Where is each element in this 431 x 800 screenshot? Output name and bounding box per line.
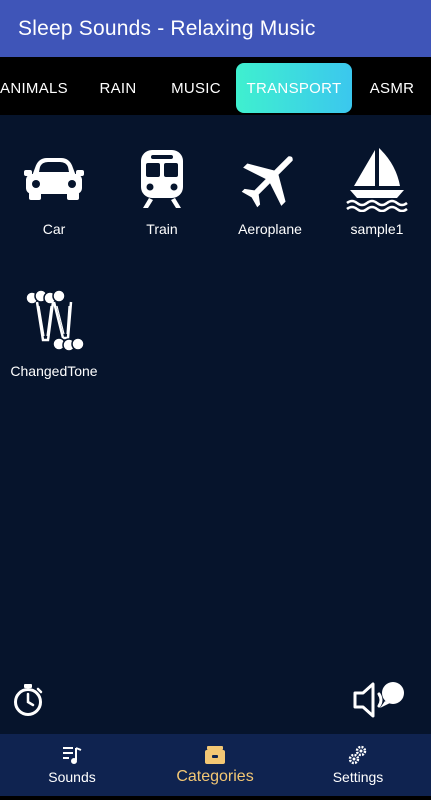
sound-item-car[interactable]: Car <box>4 146 104 238</box>
sound-label: Aeroplane <box>238 221 302 237</box>
tab-transport[interactable]: TRANSPORT <box>236 63 352 113</box>
app-bar: Sleep Sounds - Relaxing Music <box>0 0 431 57</box>
nav-label: Categories <box>176 768 254 785</box>
tab-music[interactable]: MUSIC <box>160 63 232 113</box>
sound-label: Car <box>42 221 66 237</box>
system-nav-strip <box>0 796 431 800</box>
sound-label: ChangedTone <box>10 363 98 379</box>
volume-icon[interactable] <box>352 680 406 720</box>
sound-item-sample1[interactable]: sample1 <box>327 146 427 238</box>
nav-label: Settings <box>332 769 384 785</box>
music-list-icon <box>63 747 82 764</box>
bottom-nav: Sounds Categories Settings <box>0 734 431 796</box>
sound-item-train[interactable]: Train <box>112 146 212 238</box>
nav-categories[interactable]: Categories <box>160 734 270 796</box>
tab-rain[interactable]: RAIN <box>88 63 148 113</box>
nav-sounds[interactable]: Sounds <box>17 734 127 796</box>
wind-chimes-icon <box>25 289 85 352</box>
sound-item-aeroplane[interactable]: Aeroplane <box>220 146 320 238</box>
car-icon <box>24 158 84 200</box>
sailboat-icon <box>346 148 408 212</box>
timer-icon[interactable] <box>12 683 44 717</box>
categories-icon <box>205 746 225 764</box>
sound-item-changedtone[interactable]: ChangedTone <box>4 288 104 380</box>
nav-settings[interactable]: Settings <box>303 734 413 796</box>
gears-icon <box>348 745 367 765</box>
app-title: Sleep Sounds - Relaxing Music <box>18 16 316 40</box>
tab-animals[interactable]: ANIMALS <box>0 63 74 113</box>
airplane-icon <box>241 156 293 208</box>
sound-label: Train <box>146 221 178 237</box>
nav-label: Sounds <box>48 769 96 785</box>
sound-label: sample1 <box>350 221 404 237</box>
tab-asmr[interactable]: ASMR <box>360 63 424 113</box>
train-icon <box>141 150 183 208</box>
category-tabs: ANIMALS RAIN MUSIC TRANSPORT ASMR <box>0 57 431 115</box>
